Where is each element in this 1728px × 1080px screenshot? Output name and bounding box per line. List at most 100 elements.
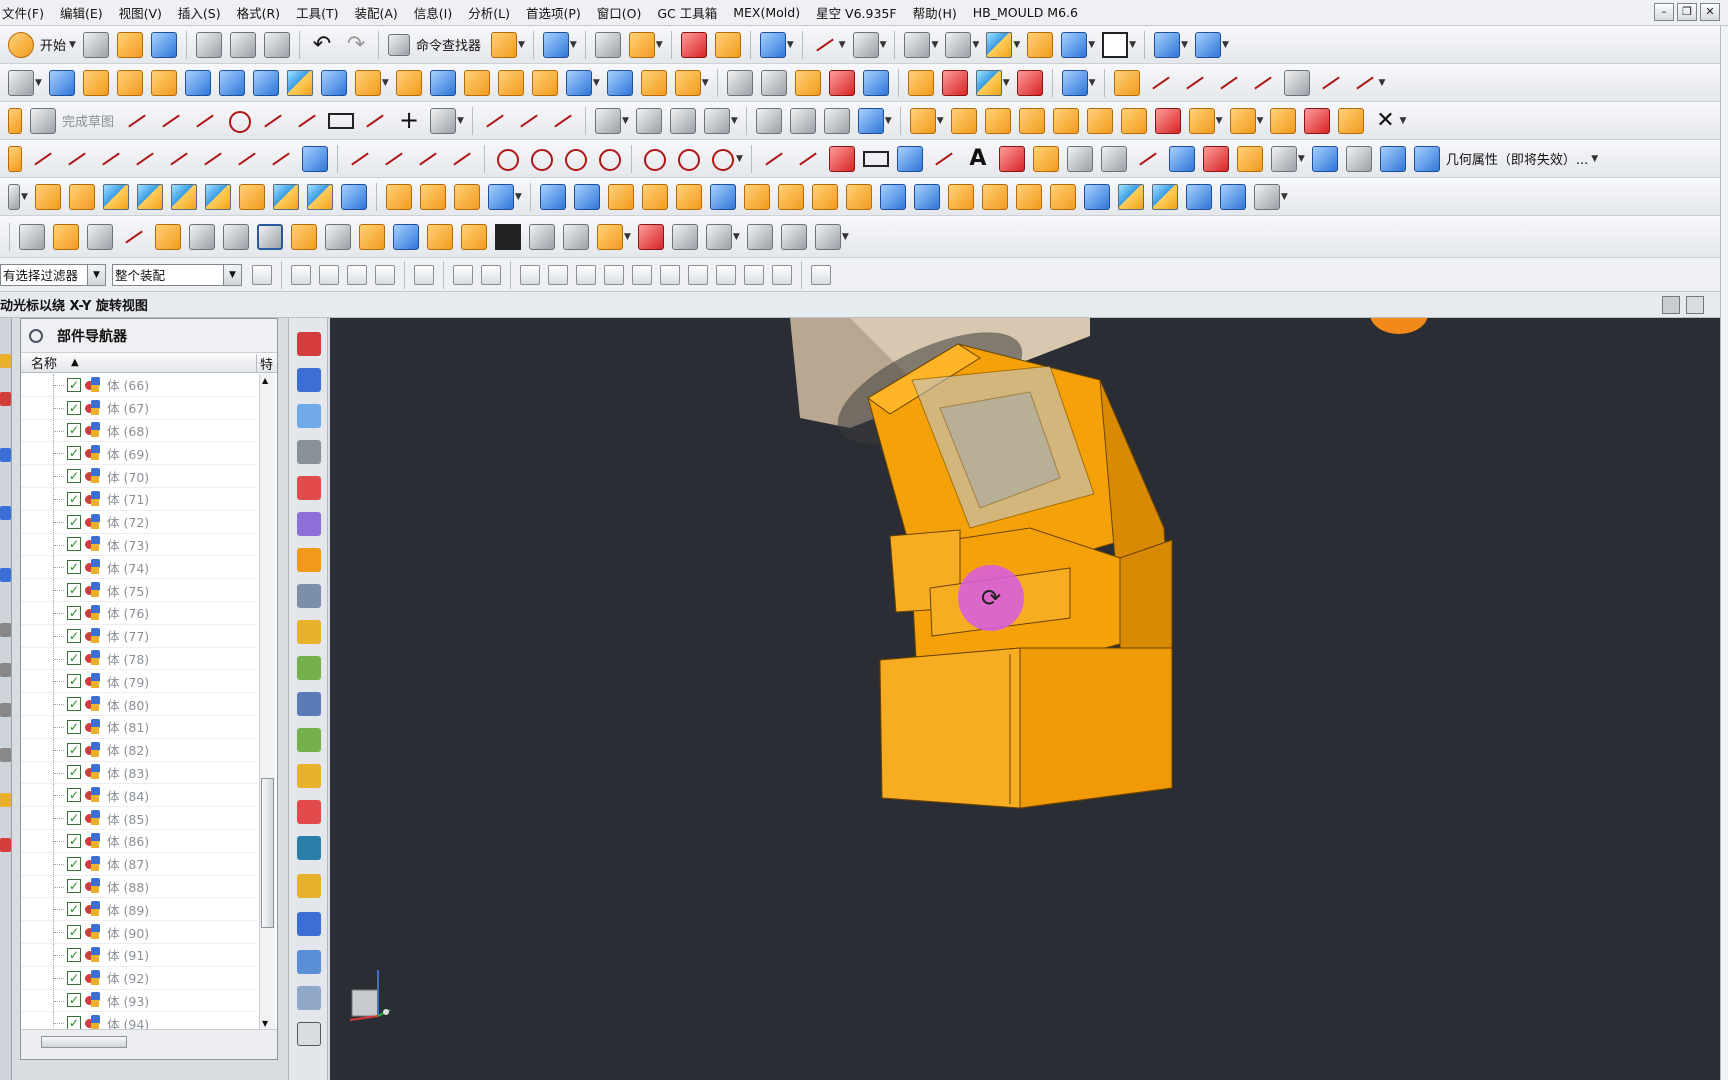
curve-length-icon[interactable]	[1216, 70, 1242, 96]
remember-constraints-icon[interactable]	[1154, 107, 1181, 134]
dropdown[interactable]: ▼	[1003, 78, 1010, 88]
revolve-icon[interactable]	[68, 183, 95, 210]
trim-body-icon[interactable]	[675, 183, 702, 210]
helix-icon[interactable]	[931, 146, 957, 172]
arc-center-icon[interactable]	[660, 264, 680, 285]
visibility-checkbox[interactable]: ✓	[67, 400, 81, 415]
tree-row-body[interactable]: ✓ 体 (69)	[21, 442, 257, 466]
dropdown[interactable]: ▼	[937, 116, 944, 126]
rotate-view-icon[interactable]: ⟳	[958, 565, 1024, 631]
sew-icon[interactable]	[497, 69, 524, 96]
fillet-surface-icon[interactable]	[565, 69, 592, 96]
offset-icon[interactable]	[998, 145, 1025, 172]
dock-tab-icon[interactable]	[0, 838, 11, 852]
solid-cylinder-icon[interactable]	[1185, 183, 1212, 210]
visibility-checkbox[interactable]: ✓	[67, 446, 81, 461]
tools-icon[interactable]	[257, 223, 283, 250]
visibility-checkbox[interactable]: ✓	[67, 742, 81, 757]
view-orientation-icon[interactable]	[986, 31, 1013, 58]
dropdown[interactable]: ▼	[839, 40, 846, 50]
new-component-icon[interactable]	[950, 107, 977, 134]
open-folder-icon[interactable]	[116, 31, 143, 58]
menu-item[interactable]: 星空 V6.935F	[816, 3, 897, 22]
visibility-checkbox[interactable]: ✓	[67, 514, 81, 529]
groove-icon[interactable]	[573, 183, 600, 210]
tree-row-body[interactable]: ✓ 体 (68)	[21, 419, 257, 443]
circle-select-icon[interactable]	[709, 146, 735, 172]
web-browser-icon[interactable]	[297, 548, 321, 572]
type-filter-select[interactable]: 有选择过滤器 ▼	[0, 263, 106, 286]
extrude-icon[interactable]	[34, 183, 61, 210]
block-icon[interactable]	[102, 183, 129, 210]
tree-row-body[interactable]: ✓ 体 (92)	[21, 966, 257, 990]
tree-row-body[interactable]: ✓ 体 (84)	[21, 784, 257, 808]
polygon-curve-icon[interactable]	[896, 145, 923, 172]
quick-trim-icon[interactable]	[482, 108, 508, 134]
mirror-assembly-icon[interactable]	[1018, 107, 1045, 134]
shaded-icon[interactable]	[945, 31, 972, 58]
thicken-icon[interactable]	[674, 69, 701, 96]
edit-surface-icon[interactable]	[726, 69, 753, 96]
feature-menu-icon[interactable]	[8, 183, 20, 210]
start-dropdown[interactable]: ▼	[69, 40, 76, 50]
visibility-checkbox[interactable]: ✓	[67, 537, 81, 552]
dropdown[interactable]: ▼	[35, 78, 42, 88]
solid-cone-icon[interactable]	[1219, 183, 1246, 210]
dropdown[interactable]: ▼	[593, 78, 600, 88]
line-parallel-icon[interactable]	[98, 146, 124, 172]
column-name[interactable]: 名称	[31, 353, 57, 372]
finish-sketch-label[interactable]: 完成草图	[62, 111, 114, 130]
menu-item[interactable]: 帮助(H)	[913, 3, 957, 22]
finish-sketch-icon[interactable]	[30, 107, 56, 134]
circle-icon[interactable]	[226, 108, 252, 134]
dropdown[interactable]: ▼	[518, 40, 525, 50]
dimension-icon[interactable]	[812, 32, 838, 58]
update-icon[interactable]	[780, 223, 807, 250]
start-icon[interactable]	[8, 31, 34, 58]
stacked-icon[interactable]	[291, 223, 317, 250]
dropdown[interactable]: ▼	[457, 116, 464, 126]
dropdown[interactable]: ▼	[1298, 154, 1305, 164]
table-note-icon[interactable]	[325, 223, 351, 250]
tree-row-body[interactable]: ✓ 体 (83)	[21, 761, 257, 785]
dropdown[interactable]: ▼	[702, 78, 709, 88]
quadrant-point-icon[interactable]	[688, 264, 708, 285]
offset-emboss-icon[interactable]	[419, 183, 446, 210]
dropdown[interactable]: ▼	[1088, 40, 1095, 50]
rib-icon[interactable]	[453, 183, 480, 210]
stop-at-intersection-icon[interactable]	[375, 264, 395, 285]
combined-projection-icon[interactable]	[1236, 145, 1263, 172]
tree-row-body[interactable]: ✓ 体 (72)	[21, 510, 257, 534]
sketch-icon[interactable]	[8, 107, 22, 134]
tree-row-body[interactable]: ✓ 体 (89)	[21, 898, 257, 922]
x-form-icon[interactable]	[760, 69, 787, 96]
close-icon[interactable]: ✕	[1700, 3, 1720, 21]
arc-tangent2-icon[interactable]	[347, 146, 373, 172]
dropdown[interactable]: ▼	[624, 232, 631, 242]
datum-feature-icon[interactable]	[461, 223, 487, 250]
face-rule-icon[interactable]	[319, 264, 339, 285]
visibility-checkbox[interactable]: ✓	[67, 674, 81, 689]
tree-row-body[interactable]: ✓ 体 (66)	[21, 374, 257, 397]
curve-analysis-icon[interactable]	[1061, 69, 1088, 96]
mesh-surface-icon[interactable]	[82, 69, 109, 96]
navigator-horizontal-scrollbar[interactable]	[21, 1029, 277, 1059]
id-symbol-icon[interactable]	[637, 223, 664, 250]
weld-icon[interactable]	[1338, 107, 1365, 134]
extract-icon[interactable]	[1135, 146, 1161, 172]
wrap-icon[interactable]	[1270, 145, 1297, 172]
sequence-icon[interactable]	[1270, 107, 1297, 134]
hole-icon[interactable]	[238, 183, 265, 210]
tube-icon[interactable]	[607, 183, 634, 210]
undo-icon[interactable]: ↶	[309, 32, 335, 58]
transition-icon[interactable]	[354, 69, 381, 96]
break-view-icon[interactable]	[189, 223, 215, 250]
sort-ascending-icon[interactable]: ▲	[71, 357, 79, 368]
graphics-window[interactable]: ⟳	[330, 318, 1720, 1080]
dropdown[interactable]: ▼	[931, 40, 938, 50]
arc-point-icon[interactable]	[166, 146, 192, 172]
relations-icon[interactable]	[857, 107, 884, 134]
detail-view-icon[interactable]	[155, 223, 181, 250]
ruler-icon[interactable]	[852, 31, 879, 58]
dimension-style-icon[interactable]	[393, 223, 419, 250]
